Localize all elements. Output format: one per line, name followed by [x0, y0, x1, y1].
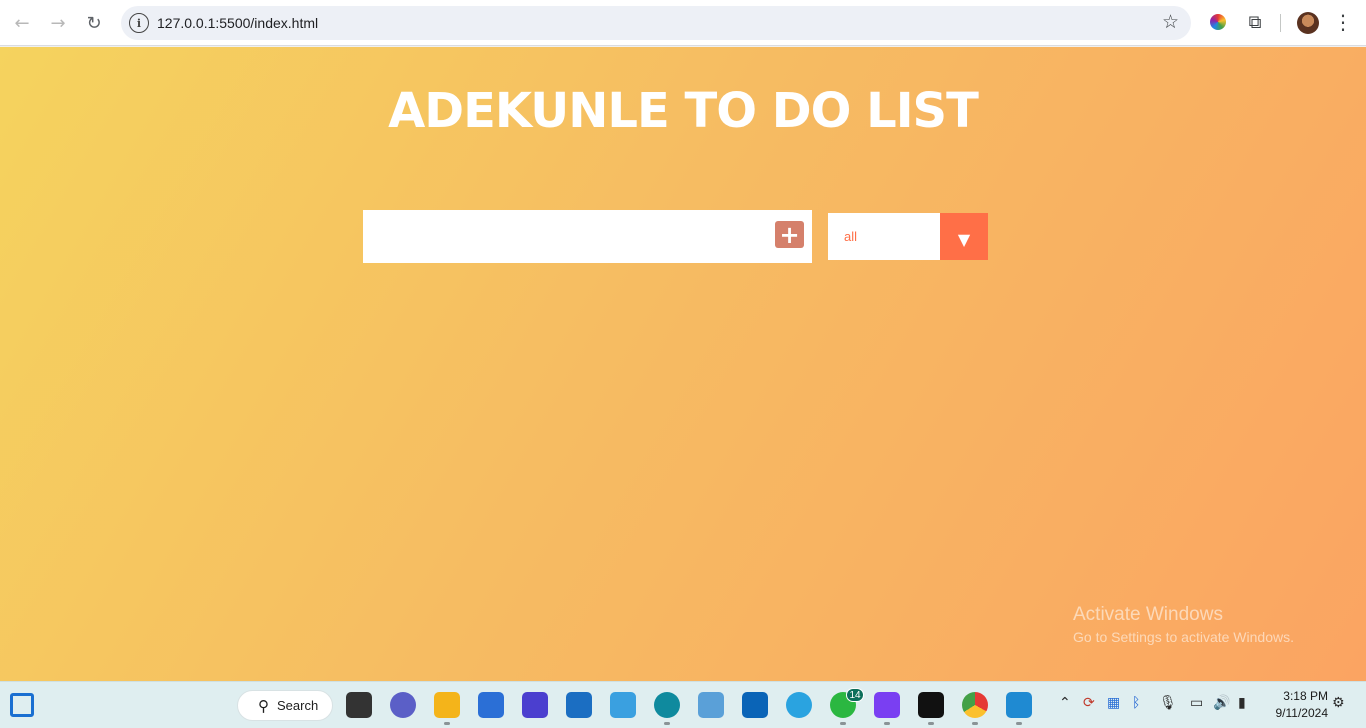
- whatsapp-badge: 14: [846, 688, 864, 702]
- sync-icon[interactable]: ⟳: [1083, 695, 1095, 711]
- widgets-icon[interactable]: [10, 693, 34, 717]
- clock-date: 9/11/2024: [1275, 706, 1329, 720]
- photos-app-icon[interactable]: [698, 692, 724, 718]
- tray-chevron-icon[interactable]: ⌃: [1059, 695, 1071, 711]
- notepad-icon[interactable]: [610, 692, 636, 718]
- forward-arrow-icon[interactable]: →: [43, 8, 73, 38]
- chrome-icon[interactable]: [962, 692, 988, 718]
- microphone-icon[interactable]: 🎙: [1159, 695, 1177, 711]
- outlook-icon[interactable]: [742, 692, 768, 718]
- search-icon: ⚲: [258, 697, 269, 715]
- vscode-icon[interactable]: [1006, 692, 1032, 718]
- defender-shield-icon[interactable]: [566, 692, 592, 718]
- taskbar-search[interactable]: ⚲ Search: [237, 690, 333, 721]
- page-title: ADEKUNLE TO DO LIST: [388, 83, 979, 139]
- toolbar-divider: [1280, 14, 1281, 32]
- edge-browser-icon[interactable]: [654, 692, 680, 718]
- search-label: Search: [277, 698, 319, 713]
- file-explorer-icon[interactable]: [434, 692, 460, 718]
- display-icon[interactable]: ▭: [1190, 695, 1203, 711]
- teams-meet-icon[interactable]: [390, 692, 416, 718]
- jetbrains-icon[interactable]: [918, 692, 944, 718]
- watermark-title: Activate Windows: [1073, 604, 1223, 625]
- profile-avatar[interactable]: [1297, 12, 1319, 34]
- filter-selected-value: all: [844, 229, 858, 244]
- color-picker-extension-icon[interactable]: [1206, 10, 1230, 34]
- volume-icon[interactable]: 🔊: [1213, 695, 1230, 711]
- address-bar[interactable]: i 127.0.0.1:5500/index.html ☆: [121, 6, 1191, 40]
- bookmark-star-icon[interactable]: ☆: [1162, 11, 1179, 33]
- watermark-subtitle: Go to Settings to activate Windows.: [1073, 629, 1294, 645]
- add-todo-button[interactable]: +: [775, 221, 804, 248]
- windows-taskbar: ⚲ Search 14 ⌃ ⟳ ▦ ᛒ 🎙 ▭ 🔊 ▮ 3:18 PM 9/11…: [0, 681, 1366, 728]
- start-windows-icon[interactable]: [197, 693, 221, 717]
- microsoft-store-icon[interactable]: [478, 692, 504, 718]
- filter-select[interactable]: all ▼: [828, 213, 988, 260]
- dropdown-arrow-icon[interactable]: ▼: [940, 213, 988, 260]
- task-view-icon[interactable]: [346, 692, 372, 718]
- clock-time: 3:18 PM: [1283, 689, 1328, 703]
- telegram-icon[interactable]: [786, 692, 812, 718]
- tidal-app-icon[interactable]: [874, 692, 900, 718]
- browser-toolbar: ← → ↻ i 127.0.0.1:5500/index.html ☆ ⧉ ⋮: [0, 0, 1366, 46]
- plus-icon: +: [779, 220, 800, 249]
- todo-input[interactable]: [363, 210, 812, 263]
- reload-icon[interactable]: ↻: [79, 8, 109, 38]
- taskbar-clock[interactable]: 3:18 PM 9/11/2024: [1266, 688, 1329, 722]
- back-arrow-icon[interactable]: ←: [7, 8, 37, 38]
- linear-app-icon[interactable]: [522, 692, 548, 718]
- site-info-icon[interactable]: i: [129, 13, 149, 33]
- extensions-puzzle-icon[interactable]: ⧉: [1243, 10, 1267, 34]
- browser-menu-icon[interactable]: ⋮: [1333, 10, 1353, 36]
- network-app-icon[interactable]: ▦: [1107, 695, 1120, 711]
- bluetooth-icon[interactable]: ᛒ: [1132, 695, 1140, 711]
- battery-icon[interactable]: ▮: [1238, 695, 1246, 711]
- activate-windows-watermark: Activate Windows Go to Settings to activ…: [1073, 604, 1294, 645]
- notification-icon[interactable]: ⚙: [1332, 695, 1345, 711]
- address-url[interactable]: 127.0.0.1:5500/index.html: [157, 15, 318, 31]
- page-background: ADEKUNLE TO DO LIST + all ▼ Activate Win…: [0, 47, 1366, 681]
